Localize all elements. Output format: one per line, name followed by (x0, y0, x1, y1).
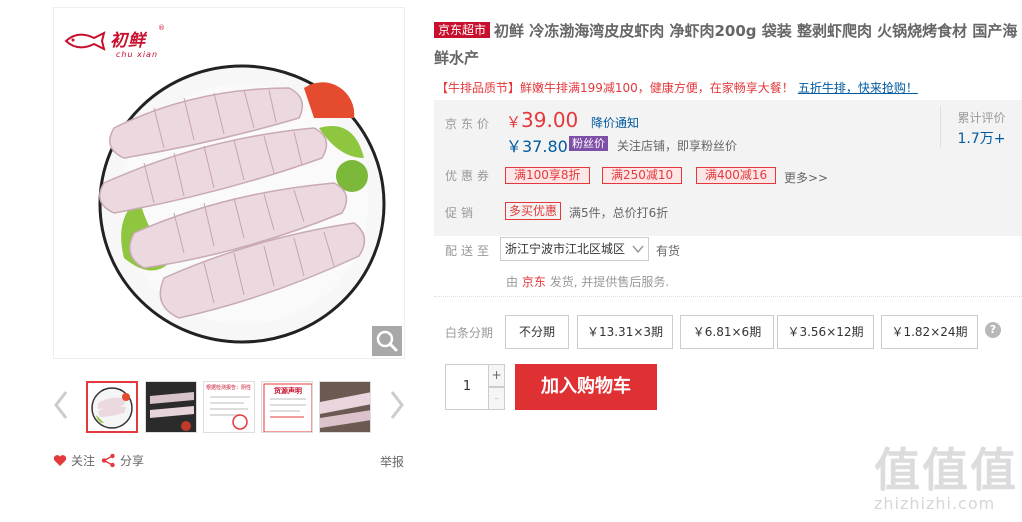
thumbnail-1[interactable] (86, 381, 138, 433)
quantity-increase-button[interactable]: + (488, 364, 505, 387)
promo-link[interactable]: 五折牛排，快来抢购！ (798, 81, 918, 95)
review-label: 累计评价 (957, 111, 1006, 125)
promo-text: 【牛排品质节】鲜嫩牛排满199减100，健康方便，在家畅享大餐！ (436, 81, 794, 95)
thumb-prev-arrow[interactable] (53, 390, 69, 420)
product-title-text: 初鲜 冷冻渤海湾皮皮虾肉 净虾肉200g 袋装 整剥虾爬肉 火锅烧烤食材 国产海… (434, 22, 1018, 67)
quantity-decrease-button[interactable]: - (488, 387, 505, 410)
help-icon[interactable]: ? (985, 322, 1001, 338)
promotion-label: 促销 (445, 206, 478, 220)
stock-status: 有货 (656, 244, 681, 258)
multi-buy-tag[interactable]: 多买优惠 (505, 202, 562, 220)
thumb-4-caption: 货源声明 (274, 387, 302, 395)
logo-registered-mark: ® (158, 24, 165, 32)
seller-suffix: 发货, 并提供售后服务. (549, 275, 670, 289)
baitiao-label: 白条分期 (445, 326, 494, 340)
thumbnail-2[interactable] (145, 381, 197, 433)
thumbnail-4[interactable]: 货源声明 (261, 381, 313, 433)
price-value: 39.00 (521, 108, 579, 132)
chevron-down-icon (632, 245, 644, 254)
chevron-left-icon (54, 391, 68, 419)
magnifier-icon (376, 330, 398, 352)
share-button[interactable]: 分享 (101, 452, 144, 469)
price-drop-notify-link[interactable]: 降价通知 (591, 114, 639, 131)
logo-text: 初鲜 (110, 31, 146, 51)
chevron-right-icon (390, 391, 404, 419)
promo-banner: 【牛排品质节】鲜嫩牛排满199减100，健康方便，在家畅享大餐！ 五折牛排，快来抢… (436, 79, 918, 96)
review-count: 1.7万+ (957, 131, 1006, 147)
watermark-url: zhizhizhi.com (874, 494, 996, 513)
installment-option-none[interactable]: 不分期 (505, 315, 569, 349)
jd-supermarket-tag: 京东超市 (434, 22, 491, 38)
delivery-label: 配送至 (445, 244, 494, 258)
quantity-input[interactable]: 1 (445, 364, 489, 410)
coupon-1[interactable]: 满100享8折 (505, 167, 590, 184)
installment-option-3[interactable]: ￥13.31×3期 (577, 315, 673, 349)
gallery-actions: 关注 分享 (53, 452, 405, 470)
coupon-3[interactable]: 满400减16 (696, 167, 777, 184)
thumb-shrimp-dark (146, 382, 196, 432)
thumbnail-5[interactable] (319, 381, 371, 433)
thumb-next-arrow[interactable] (389, 390, 405, 420)
fan-price: ￥37.80 (506, 137, 568, 156)
promotion-text: 满5件，总价打6折 (569, 206, 669, 220)
follow-label: 关注 (71, 454, 96, 468)
price-label: 京东价 (445, 117, 494, 131)
thumb-shrimp-closeup (320, 382, 370, 432)
review-summary[interactable]: 累计评价 1.7万+ (940, 106, 1022, 148)
brand-logo: 初鲜 ® chu xian (64, 22, 165, 68)
site-watermark: 值值值 zhizhizhi.com (868, 434, 1022, 522)
add-to-cart-button[interactable]: 加入购物车 (515, 364, 657, 410)
more-coupons-link[interactable]: 更多>> (784, 169, 828, 186)
installment-option-12[interactable]: ￥3.56×12期 (777, 315, 874, 349)
product-title: 京东超市 初鲜 冷冻渤海湾皮皮虾肉 净虾肉200g 袋装 整剥虾爬肉 火锅烧烤食材… (434, 18, 1022, 72)
follow-button[interactable]: 关注 (53, 452, 95, 469)
installment-option-24[interactable]: ￥1.82×24期 (881, 315, 978, 349)
price-currency: ￥ (506, 113, 522, 131)
jd-price: ￥39.00 (506, 108, 578, 132)
fan-price-badge: 粉丝价 (569, 136, 608, 151)
logo-subtitle: chu xian (116, 50, 159, 59)
seller-prefix: 由 (506, 275, 519, 289)
thumbnail-3[interactable]: 根据检测报告：阴性 (203, 381, 255, 433)
address-value: 浙江宁波市江北区城区 (505, 242, 626, 256)
share-label: 分享 (120, 454, 145, 468)
thumb-shrimp-plate (91, 387, 133, 429)
product-main-image[interactable]: 初鲜 ® chu xian (53, 7, 405, 359)
section-divider (434, 296, 1022, 297)
thumb-3-caption: 根据检测报告：阴性 (206, 385, 252, 391)
coupon-label: 优惠券 (445, 169, 494, 183)
share-icon (101, 453, 115, 468)
installment-option-6[interactable]: ￥6.81×6期 (680, 315, 774, 349)
heart-icon (53, 455, 67, 466)
report-link[interactable]: 举报 (380, 453, 404, 470)
fish-logo-icon (64, 31, 106, 51)
thumbnail-strip: 根据检测报告：阴性 货源声明 (53, 378, 405, 434)
zoom-button[interactable] (372, 326, 402, 356)
fan-price-note: 关注店铺，即享粉丝价 (617, 139, 738, 153)
coupon-2[interactable]: 满250减10 (602, 167, 683, 184)
price-panel: 京东价 ￥39.00 降价通知 ￥37.80 粉丝价 关注店铺，即享粉丝价 累计… (434, 100, 1022, 236)
address-selector[interactable]: 浙江宁波市江北区城区 (500, 237, 649, 261)
watermark-glyphs: 值值值 (874, 443, 1018, 497)
seller-name-link[interactable]: 京东 (522, 275, 546, 289)
seller-info: 由 京东 发货, 并提供售后服务. (506, 273, 669, 290)
